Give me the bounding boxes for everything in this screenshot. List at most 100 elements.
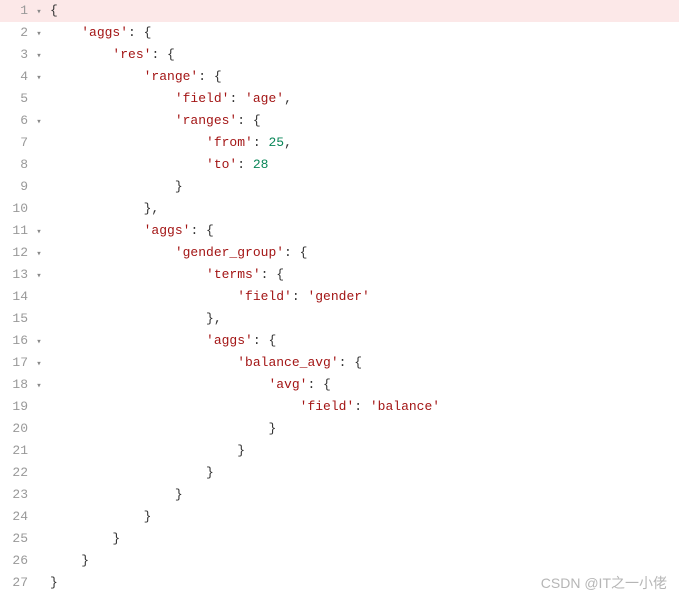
code-line[interactable]: 6▾ 'ranges': { — [0, 110, 679, 132]
code-content[interactable]: 'field': 'balance' — [46, 396, 440, 418]
line-number: 18 — [0, 374, 32, 396]
code-content[interactable]: 'gender_group': { — [46, 242, 307, 264]
line-number: 10 — [0, 198, 32, 220]
code-content[interactable]: 'balance_avg': { — [46, 352, 362, 374]
fold-toggle-icon[interactable]: ▾ — [32, 22, 46, 45]
token-punct: : — [237, 157, 253, 172]
code-content[interactable]: } — [46, 572, 58, 594]
code-content[interactable]: 'aggs': { — [46, 220, 214, 242]
line-number: 2 — [0, 22, 32, 44]
line-number: 5 — [0, 88, 32, 110]
line-number: 7 — [0, 132, 32, 154]
code-line[interactable]: 25 } — [0, 528, 679, 550]
code-content[interactable]: 'avg': { — [46, 374, 331, 396]
code-content[interactable]: { — [46, 0, 58, 22]
code-line[interactable]: 16▾ 'aggs': { — [0, 330, 679, 352]
code-line[interactable]: 26 } — [0, 550, 679, 572]
fold-toggle-icon[interactable]: ▾ — [32, 242, 46, 265]
line-number: 11 — [0, 220, 32, 242]
code-content[interactable]: 'aggs': { — [46, 22, 151, 44]
code-line[interactable]: 10 }, — [0, 198, 679, 220]
fold-toggle-icon[interactable]: ▾ — [32, 66, 46, 89]
code-content[interactable]: 'field': 'gender' — [46, 286, 370, 308]
fold-spacer — [32, 88, 46, 89]
fold-toggle-icon[interactable]: ▾ — [32, 44, 46, 67]
code-content[interactable]: 'terms': { — [46, 264, 284, 286]
code-line[interactable]: 11▾ 'aggs': { — [0, 220, 679, 242]
code-line[interactable]: 18▾ 'avg': { — [0, 374, 679, 396]
token-key: 'gender_group' — [175, 245, 284, 260]
token-punct: : { — [190, 223, 213, 238]
code-content[interactable]: } — [46, 440, 245, 462]
code-content[interactable]: 'from': 25, — [46, 132, 292, 154]
fold-toggle-icon[interactable]: ▾ — [32, 264, 46, 287]
code-line[interactable]: 2▾ 'aggs': { — [0, 22, 679, 44]
code-content[interactable]: } — [46, 418, 276, 440]
code-content[interactable]: 'range': { — [46, 66, 222, 88]
token-key: 'from' — [206, 135, 253, 150]
token-punct: : — [354, 399, 370, 414]
code-content[interactable]: }, — [46, 308, 222, 330]
code-line[interactable]: 4▾ 'range': { — [0, 66, 679, 88]
code-line[interactable]: 12▾ 'gender_group': { — [0, 242, 679, 264]
fold-toggle-icon[interactable]: ▾ — [32, 0, 46, 23]
fold-toggle-icon[interactable]: ▾ — [32, 330, 46, 353]
code-line[interactable]: 9 } — [0, 176, 679, 198]
code-line[interactable]: 22 } — [0, 462, 679, 484]
code-content[interactable]: 'res': { — [46, 44, 175, 66]
code-line[interactable]: 1▾{ — [0, 0, 679, 22]
line-number: 14 — [0, 286, 32, 308]
code-content[interactable]: } — [46, 506, 151, 528]
token-punct: } — [50, 575, 58, 590]
code-content[interactable]: 'ranges': { — [46, 110, 261, 132]
code-line[interactable]: 13▾ 'terms': { — [0, 264, 679, 286]
token-punct: }, — [144, 201, 160, 216]
code-line[interactable]: 14 'field': 'gender' — [0, 286, 679, 308]
line-number: 25 — [0, 528, 32, 550]
code-content[interactable]: } — [46, 528, 120, 550]
token-punct: } — [175, 179, 183, 194]
code-content[interactable]: } — [46, 176, 183, 198]
fold-toggle-icon[interactable]: ▾ — [32, 220, 46, 243]
code-content[interactable]: }, — [46, 198, 159, 220]
fold-spacer — [32, 440, 46, 441]
code-content[interactable]: 'to': 28 — [46, 154, 268, 176]
fold-spacer — [32, 528, 46, 529]
token-key: 'field' — [175, 91, 230, 106]
token-key: 'field' — [300, 399, 355, 414]
token-key: 'ranges' — [175, 113, 237, 128]
code-line[interactable]: 8 'to': 28 — [0, 154, 679, 176]
line-number: 8 — [0, 154, 32, 176]
code-line[interactable]: 23 } — [0, 484, 679, 506]
fold-spacer — [32, 550, 46, 551]
code-content[interactable]: } — [46, 484, 183, 506]
line-number: 16 — [0, 330, 32, 352]
token-punct: { — [50, 3, 58, 18]
code-line[interactable]: 27} — [0, 572, 679, 594]
code-line[interactable]: 17▾ 'balance_avg': { — [0, 352, 679, 374]
code-editor[interactable]: 1▾{2▾ 'aggs': {3▾ 'res': {4▾ 'range': {5… — [0, 0, 679, 594]
fold-toggle-icon[interactable]: ▾ — [32, 110, 46, 133]
token-punct: } — [206, 465, 214, 480]
code-line[interactable]: 24 } — [0, 506, 679, 528]
token-punct: } — [144, 509, 152, 524]
token-punct: , — [284, 135, 292, 150]
code-line[interactable]: 7 'from': 25, — [0, 132, 679, 154]
code-content[interactable]: } — [46, 550, 89, 572]
fold-toggle-icon[interactable]: ▾ — [32, 352, 46, 375]
code-content[interactable]: 'field': 'age', — [46, 88, 292, 110]
code-line[interactable]: 19 'field': 'balance' — [0, 396, 679, 418]
code-line[interactable]: 20 } — [0, 418, 679, 440]
code-line[interactable]: 21 } — [0, 440, 679, 462]
token-punct: : { — [307, 377, 330, 392]
token-punct: : { — [198, 69, 221, 84]
line-number: 17 — [0, 352, 32, 374]
fold-spacer — [32, 154, 46, 155]
fold-toggle-icon[interactable]: ▾ — [32, 374, 46, 397]
code-line[interactable]: 15 }, — [0, 308, 679, 330]
code-content[interactable]: } — [46, 462, 214, 484]
code-line[interactable]: 3▾ 'res': { — [0, 44, 679, 66]
code-line[interactable]: 5 'field': 'age', — [0, 88, 679, 110]
token-key: 'balance_avg' — [237, 355, 338, 370]
code-content[interactable]: 'aggs': { — [46, 330, 276, 352]
